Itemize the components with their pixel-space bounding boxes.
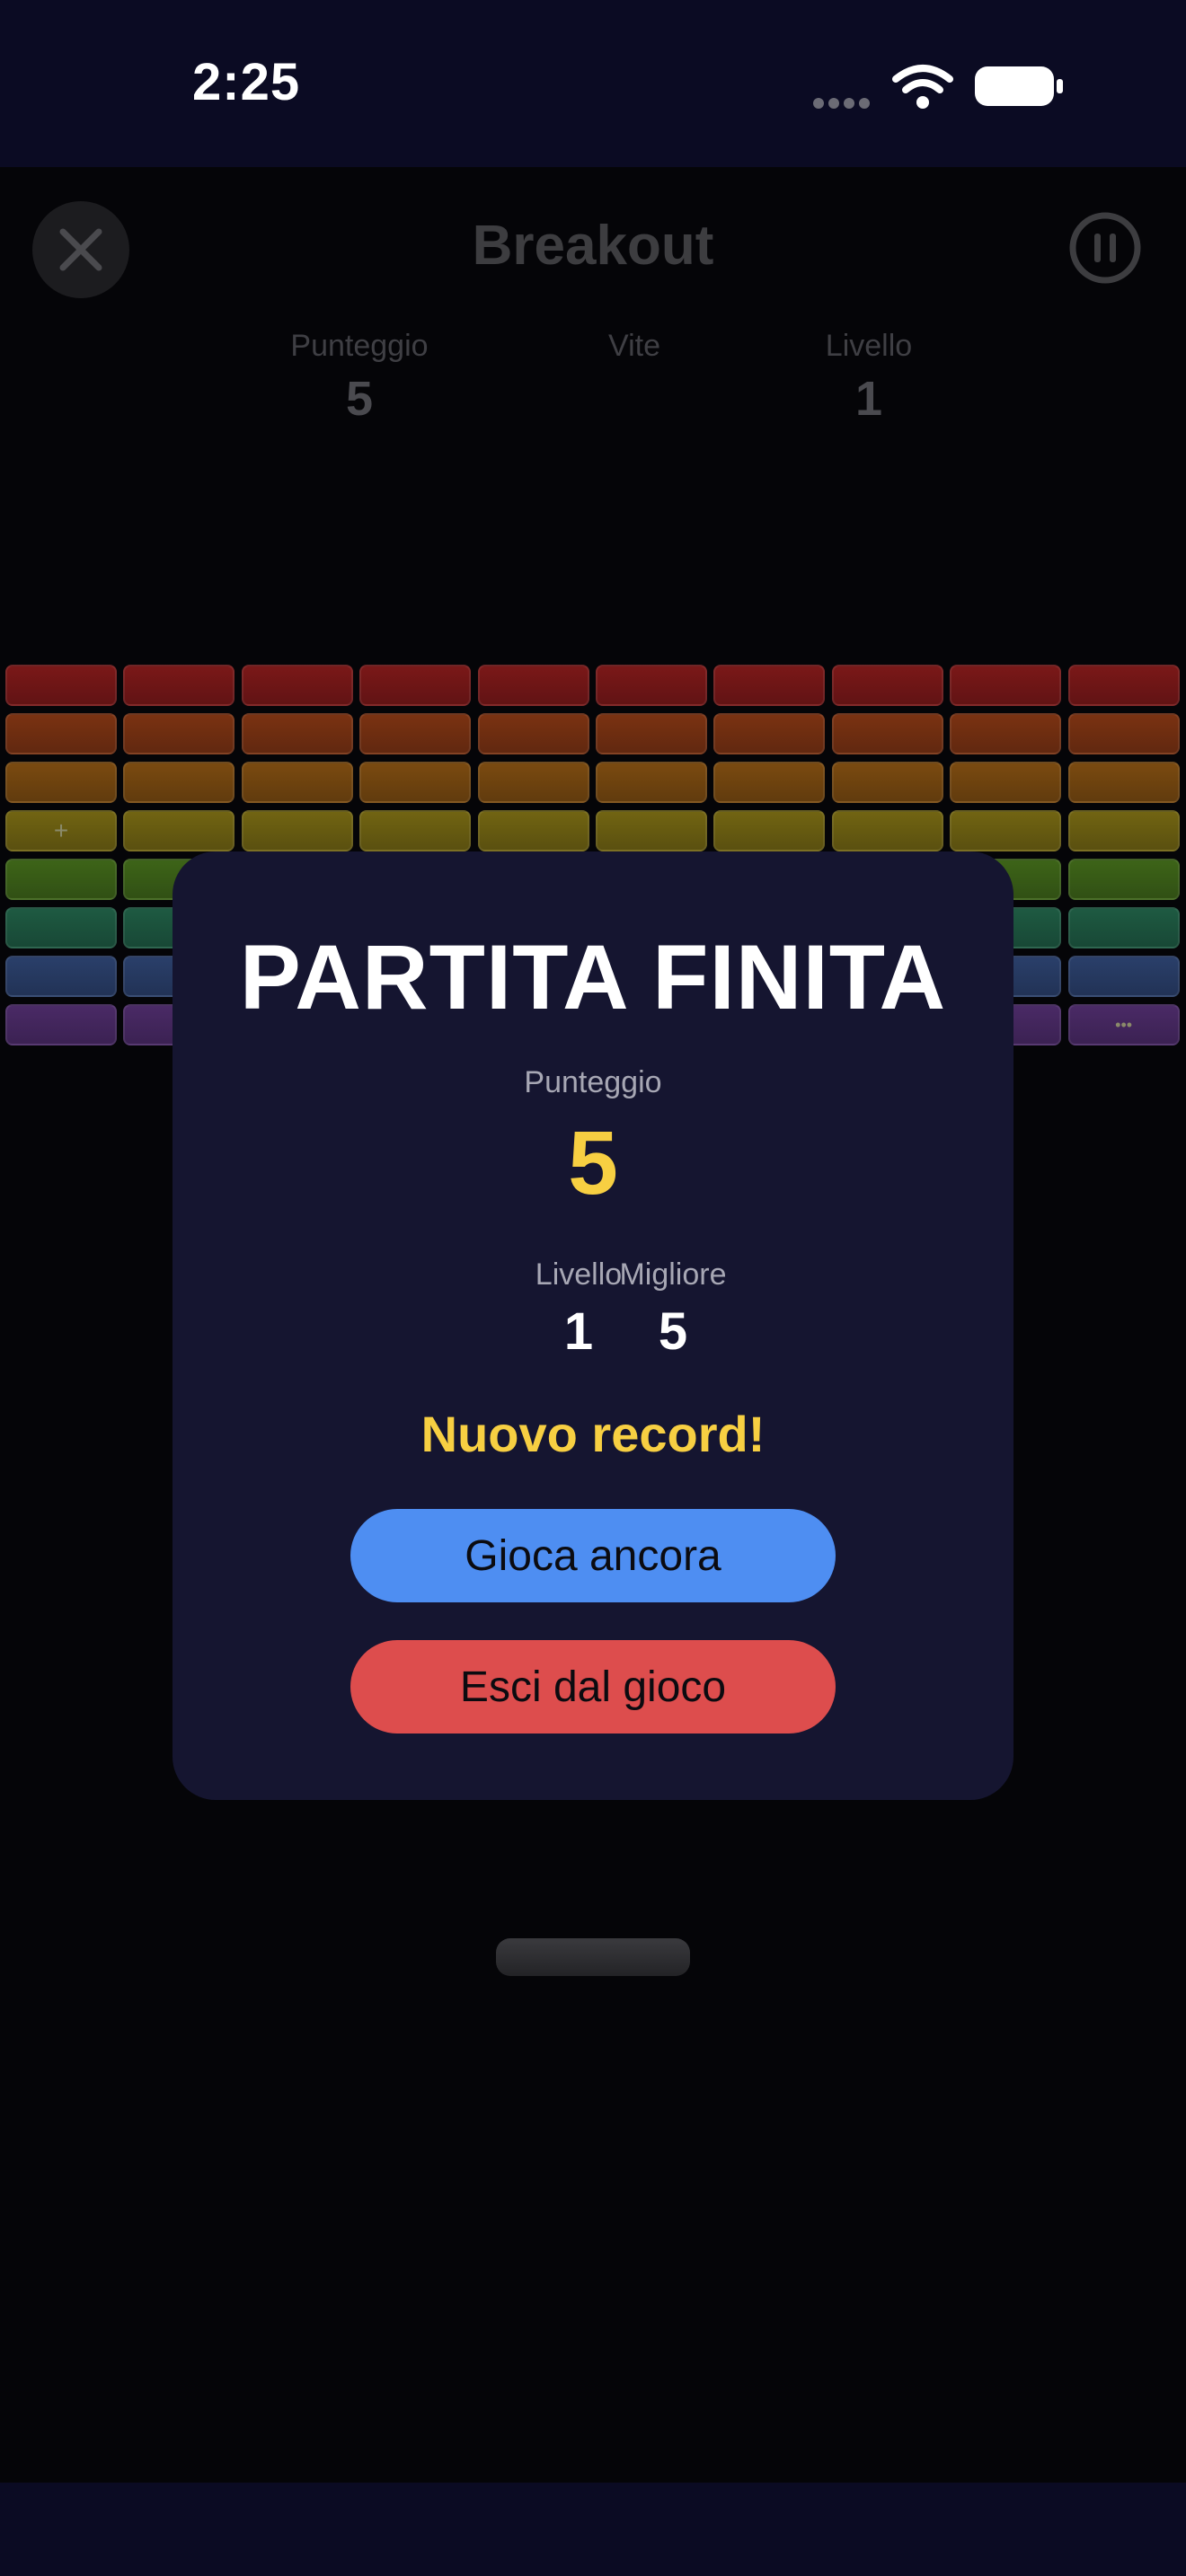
brick <box>1067 907 1180 948</box>
brick <box>596 762 707 803</box>
cellular-signal-icon <box>813 97 876 110</box>
lives-stat: Vite <box>527 329 742 371</box>
brick <box>477 810 589 851</box>
brick <box>713 810 826 851</box>
powerup-dots-icon: ••• <box>1115 1016 1133 1034</box>
game-top-bar: Breakout <box>0 167 1186 329</box>
brick <box>477 713 589 754</box>
brick <box>831 762 943 803</box>
status-bar: 2:25 <box>0 0 1186 167</box>
brick <box>477 665 589 706</box>
brick <box>241 665 353 706</box>
brick <box>831 665 943 706</box>
score-stat: Punteggio 5 <box>252 329 467 427</box>
lives-stat-label: Vite <box>608 329 660 363</box>
brick <box>713 713 826 754</box>
brick <box>241 762 353 803</box>
brick <box>713 762 826 803</box>
bottom-bar <box>0 2483 1186 2576</box>
brick <box>713 665 826 706</box>
brick <box>123 762 235 803</box>
final-score-label: Punteggio <box>524 1065 662 1099</box>
best-score-stat: Migliore 5 <box>583 1257 763 1362</box>
score-stat-value: 5 <box>345 372 374 426</box>
paddle[interactable] <box>496 1938 690 1976</box>
brick <box>950 810 1062 851</box>
screen: 2:25 Breakout Punteggio 5 Vite Livello 1… <box>0 0 1186 2576</box>
best-score-value: 5 <box>658 1302 688 1361</box>
brick <box>123 713 235 754</box>
brick <box>123 665 235 706</box>
brick <box>5 907 117 948</box>
brick <box>596 665 707 706</box>
new-record-text: Nuovo record! <box>420 1406 766 1462</box>
brick <box>1067 810 1180 851</box>
brick <box>359 762 472 803</box>
brick <box>1067 859 1180 900</box>
score-stat-label: Punteggio <box>290 329 429 363</box>
wifi-icon <box>892 65 953 109</box>
level-stat-label: Livello <box>825 329 913 363</box>
brick <box>596 713 707 754</box>
brick <box>5 713 117 754</box>
brick <box>241 713 353 754</box>
brick <box>1067 956 1180 997</box>
level-stat-value: 1 <box>854 372 883 426</box>
brick <box>359 713 472 754</box>
play-again-button[interactable]: Gioca ancora <box>350 1509 836 1602</box>
brick <box>5 1004 117 1045</box>
brick <box>359 665 472 706</box>
final-score-value: 5 <box>568 1113 618 1213</box>
brick <box>123 810 235 851</box>
level-stat: Livello 1 <box>761 329 977 427</box>
brick <box>5 665 117 706</box>
game-title: Breakout <box>472 215 714 277</box>
exit-game-button[interactable]: Esci dal gioco <box>350 1640 836 1734</box>
pause-button[interactable] <box>1067 210 1143 286</box>
brick <box>950 762 1062 803</box>
brick <box>831 810 943 851</box>
brick <box>5 762 117 803</box>
powerup-plus-icon: + <box>53 816 69 844</box>
brick <box>241 810 353 851</box>
brick <box>359 810 472 851</box>
brick <box>950 713 1062 754</box>
brick <box>1067 713 1180 754</box>
best-score-label: Migliore <box>619 1257 727 1292</box>
brick <box>1067 762 1180 803</box>
status-time: 2:25 <box>192 53 301 111</box>
pause-icon <box>1069 212 1141 284</box>
brick <box>477 762 589 803</box>
battery-icon <box>975 66 1063 106</box>
brick <box>5 859 117 900</box>
brick <box>596 810 707 851</box>
brick <box>831 713 943 754</box>
game-over-dialog: PARTITA FINITA Punteggio 5 Livello 1 Mig… <box>173 851 1013 1800</box>
game-over-title: PARTITA FINITA <box>239 926 947 1028</box>
brick <box>1067 665 1180 706</box>
brick <box>950 665 1062 706</box>
brick <box>5 956 117 997</box>
